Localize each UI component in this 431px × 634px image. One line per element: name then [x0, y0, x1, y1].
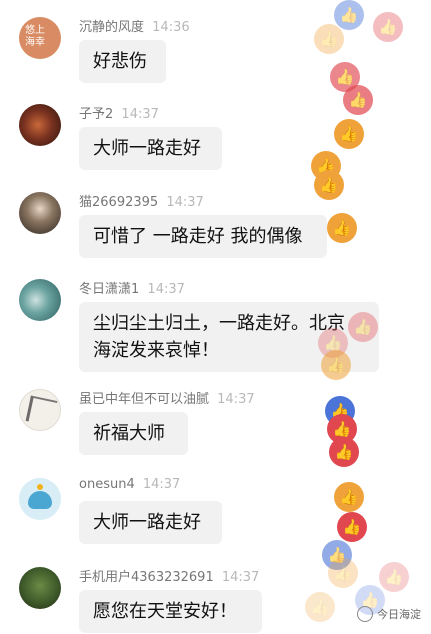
watermark-label: 今日海淀 [377, 608, 421, 621]
thumbs-up-icon: 👍 [314, 24, 344, 54]
comment-meta: 猫26692395 14:37 [79, 191, 204, 210]
thumbs-up-icon: 👍 [325, 396, 355, 426]
thumbs-up-icon: 👍 [379, 562, 409, 592]
thumbs-up-icon: 👍 [334, 0, 364, 30]
avatar-ink [25, 395, 58, 427]
thumbs-up-icon: 👍 [343, 85, 373, 115]
thumbs-up-icon: 👍 [327, 414, 357, 444]
avatar[interactable] [19, 104, 61, 146]
comment-bubble: 好悲伤 [79, 40, 166, 83]
avatar[interactable]: 悠上 海幸 [19, 17, 61, 59]
avatar-shape [37, 484, 43, 490]
thumbs-up-icon: 👍 [311, 151, 341, 181]
avatar[interactable] [19, 389, 61, 431]
thumbs-up-icon: 👍 [373, 12, 403, 42]
username[interactable]: onesun4 [79, 477, 135, 492]
timestamp: 14:37 [121, 107, 159, 122]
comment-bubble: 可惜了 一路走好 我的偶像 [79, 215, 327, 258]
avatar-shape [28, 491, 52, 509]
comment-meta: 虽已中年但不可以油腻 14:37 [79, 388, 255, 407]
watermark: 今日海淀 [357, 606, 421, 622]
timestamp: 14:37 [166, 195, 204, 210]
avatar[interactable] [19, 567, 61, 609]
timestamp: 14:37 [221, 570, 260, 585]
thumbs-up-icon: 👍 [327, 213, 357, 243]
comment-meta: onesun4 14:37 [79, 477, 180, 492]
timestamp: 14:37 [147, 282, 185, 297]
username[interactable]: 子予2 [79, 107, 113, 122]
comment-bubble: 大师一路走好 [79, 501, 222, 544]
timestamp: 14:37 [217, 392, 255, 407]
thumbs-up-icon: 👍 [329, 437, 359, 467]
avatar[interactable] [19, 478, 61, 520]
comment-bubble: 祈福大师 [79, 412, 188, 455]
thumbs-up-icon: 👍 [328, 558, 358, 588]
thumbs-up-icon: 👍 [314, 170, 344, 200]
avatar-calligraphy: 悠上 海幸 [25, 25, 45, 48]
comment-bubble: 尘归尘土归土，一路走好。北京 海淀发来哀悼！ [79, 302, 379, 372]
thumbs-up-icon: 👍 [330, 62, 360, 92]
avatar[interactable] [19, 279, 61, 321]
timestamp: 14:37 [142, 477, 181, 492]
thumbs-up-icon: 👍 [337, 512, 367, 542]
avatar[interactable] [19, 192, 61, 234]
comment-meta: 沉静的风度 14:36 [79, 16, 190, 35]
comment-meta: 手机用户4363232691 14:37 [79, 566, 259, 585]
username[interactable]: 冬日潇潇1 [79, 282, 139, 297]
timestamp: 14:36 [152, 20, 190, 35]
username[interactable]: 手机用户4363232691 [79, 570, 214, 585]
username[interactable]: 沉静的风度 [79, 20, 144, 35]
thumbs-up-icon: 👍 [334, 482, 364, 512]
thumbs-up-icon: 👍 [322, 540, 352, 570]
comment-bubble: 愿您在天堂安好！ [79, 590, 262, 633]
comment-meta: 子予2 14:37 [79, 103, 159, 122]
comment-bubble: 大师一路走好 [79, 127, 222, 170]
thumbs-up-icon: 👍 [305, 592, 335, 622]
thumbs-up-icon: 👍 [334, 119, 364, 149]
username[interactable]: 猫26692395 [79, 195, 158, 210]
watermark-logo-icon [357, 606, 373, 622]
username[interactable]: 虽已中年但不可以油腻 [79, 392, 209, 407]
comment-meta: 冬日潇潇1 14:37 [79, 278, 185, 297]
